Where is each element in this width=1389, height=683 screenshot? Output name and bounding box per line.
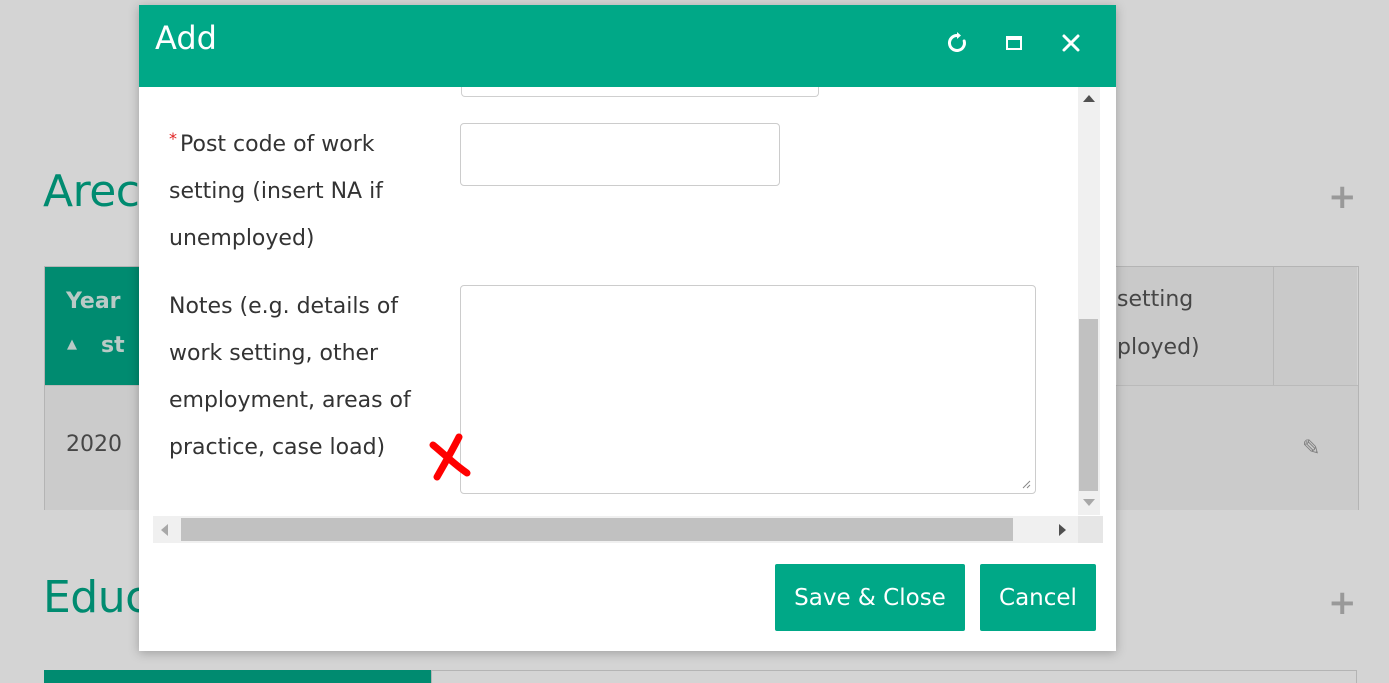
cancel-button[interactable]: Cancel <box>980 564 1096 631</box>
dialog-form-content[interactable]: * Post code of work setting (insert NA if… <box>153 87 1103 543</box>
required-marker: * <box>169 129 177 148</box>
notes-textarea[interactable] <box>460 285 1036 494</box>
horizontal-scroll-thumb[interactable] <box>181 518 1013 541</box>
previous-field-input[interactable] <box>461 87 819 97</box>
scrollbar-corner <box>1078 516 1103 543</box>
vertical-scroll-thumb[interactable] <box>1079 319 1098 491</box>
resize-grip-icon[interactable] <box>1021 479 1031 489</box>
scroll-up-arrow-icon[interactable] <box>1083 95 1095 102</box>
notes-label-line: practice, case load) <box>169 435 386 460</box>
dialog-header: Add <box>139 5 1116 87</box>
notes-label-line: work setting, other <box>169 341 379 366</box>
save-and-close-button[interactable]: Save & Close <box>775 564 965 631</box>
horizontal-scrollbar[interactable] <box>153 516 1103 543</box>
postcode-label-line: unemployed) <box>169 226 315 251</box>
dialog-title: Add <box>155 19 217 57</box>
notes-label-line: employment, areas of <box>169 388 411 413</box>
postcode-label-line: setting (insert NA if <box>169 179 383 204</box>
scroll-left-arrow-icon[interactable] <box>161 524 168 536</box>
vertical-scrollbar[interactable] <box>1078 87 1100 515</box>
red-x-mark-annotation <box>429 433 471 481</box>
postcode-label: * Post code of work setting (insert NA if… <box>169 121 449 262</box>
maximize-icon[interactable] <box>997 26 1031 60</box>
scroll-down-arrow-icon[interactable] <box>1083 499 1095 506</box>
notes-label: Notes (e.g. details of work setting, oth… <box>169 283 449 471</box>
postcode-input[interactable] <box>460 123 780 186</box>
refresh-icon[interactable] <box>940 26 974 60</box>
notes-label-line: Notes (e.g. details of <box>169 294 399 319</box>
scroll-right-arrow-icon[interactable] <box>1059 524 1066 536</box>
close-icon[interactable] <box>1054 26 1088 60</box>
add-dialog: Add * Post code of work setting (insert N… <box>139 5 1116 651</box>
postcode-label-line: Post code of work <box>180 132 375 157</box>
